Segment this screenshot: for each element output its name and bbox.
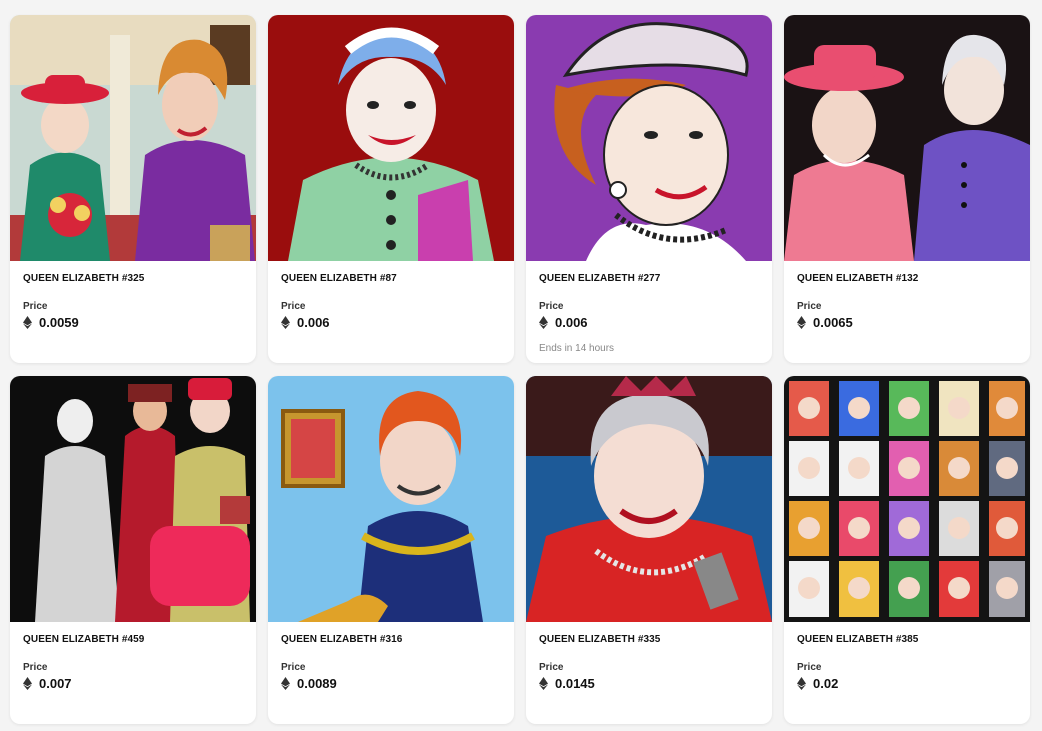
price-label: Price — [539, 662, 564, 673]
price-label: Price — [797, 301, 822, 312]
nft-image[interactable] — [526, 15, 772, 261]
price-value: 0.0145 — [555, 676, 595, 691]
price-value: 0.0089 — [297, 676, 337, 691]
auction-end-time: Ends in 14 hours — [539, 343, 615, 354]
ethereum-icon — [281, 316, 290, 329]
nft-card[interactable]: QUEEN ELIZABETH #87 Price 0.006 — [268, 15, 514, 363]
nft-card[interactable]: QUEEN ELIZABETH #316 Price 0.0089 — [268, 376, 514, 724]
nft-title[interactable]: QUEEN ELIZABETH #459 — [23, 634, 243, 645]
price-label: Price — [539, 301, 564, 312]
price-value: 0.006 — [297, 315, 330, 330]
price-value: 0.006 — [555, 315, 588, 330]
ethereum-icon — [539, 316, 548, 329]
nft-title[interactable]: QUEEN ELIZABETH #335 — [539, 634, 759, 645]
nft-image[interactable] — [784, 376, 1030, 622]
nft-card[interactable]: QUEEN ELIZABETH #132 Price 0.0065 — [784, 15, 1030, 363]
nft-card[interactable]: QUEEN ELIZABETH #325 Price 0.0059 — [10, 15, 256, 363]
price-value: 0.0059 — [39, 315, 79, 330]
nft-title[interactable]: QUEEN ELIZABETH #385 — [797, 634, 1017, 645]
ethereum-icon — [539, 677, 548, 690]
nft-image[interactable] — [10, 15, 256, 261]
price-label: Price — [281, 662, 306, 673]
ethereum-icon — [797, 677, 806, 690]
price-value: 0.007 — [39, 676, 72, 691]
nft-card[interactable]: QUEEN ELIZABETH #277 Price 0.006 Ends in… — [526, 15, 772, 363]
nft-image[interactable] — [784, 15, 1030, 261]
nft-title[interactable]: QUEEN ELIZABETH #316 — [281, 634, 501, 645]
nft-card[interactable]: QUEEN ELIZABETH #459 Price 0.007 — [10, 376, 256, 724]
nft-image[interactable] — [268, 15, 514, 261]
ethereum-icon — [281, 677, 290, 690]
ethereum-icon — [23, 677, 32, 690]
nft-card[interactable]: QUEEN ELIZABETH #335 Price 0.0145 — [526, 376, 772, 724]
price-value: 0.02 — [813, 676, 839, 691]
nft-title[interactable]: QUEEN ELIZABETH #87 — [281, 273, 501, 284]
price-label: Price — [281, 301, 306, 312]
nft-title[interactable]: QUEEN ELIZABETH #132 — [797, 273, 1017, 284]
nft-title[interactable]: QUEEN ELIZABETH #277 — [539, 273, 759, 284]
price-label: Price — [797, 662, 822, 673]
nft-title[interactable]: QUEEN ELIZABETH #325 — [23, 273, 243, 284]
price-value: 0.0065 — [813, 315, 853, 330]
nft-image[interactable] — [268, 376, 514, 622]
price-label: Price — [23, 301, 48, 312]
ethereum-icon — [797, 316, 806, 329]
price-label: Price — [23, 662, 48, 673]
nft-image[interactable] — [10, 376, 256, 622]
nft-card[interactable]: QUEEN ELIZABETH #385 Price 0.02 — [784, 376, 1030, 724]
ethereum-icon — [23, 316, 32, 329]
nft-grid: QUEEN ELIZABETH #325 Price 0.0059 QUEEN … — [10, 15, 1030, 724]
nft-image[interactable] — [526, 376, 772, 622]
